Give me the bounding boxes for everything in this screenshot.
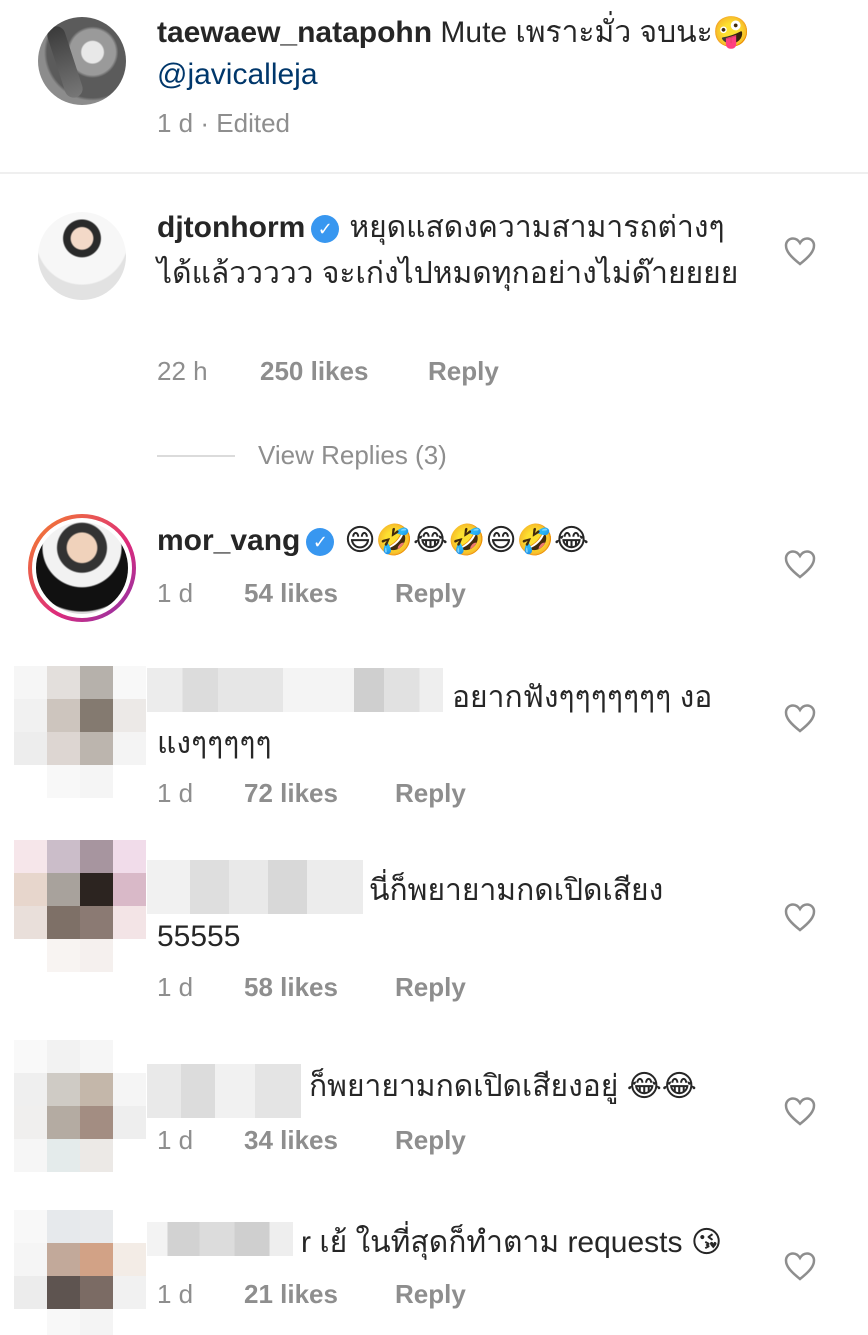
comment-meta: 1 d 72 likes Reply [157, 778, 466, 809]
heart-outline-icon[interactable] [784, 703, 816, 733]
comment-time: 1 d [157, 1279, 194, 1309]
comment-meta: 1 d 54 likes Reply [157, 578, 466, 609]
blurred-avatar[interactable] [14, 1040, 146, 1172]
comment-text: ก็พยายามกดเปิดเสียงอยู่ 😂😂 [309, 1070, 697, 1103]
reply-button[interactable]: Reply [395, 578, 466, 609]
view-replies-line [157, 455, 235, 457]
comment-text: 😄🤣😂🤣😄🤣😂 [344, 524, 590, 557]
reply-button[interactable]: Reply [395, 1125, 466, 1156]
comment-likes[interactable]: 21 likes [244, 1279, 395, 1310]
blurred-avatar[interactable] [14, 840, 146, 972]
comment-text: นี่ก็พยายามกดเปิดเสียง 55555 [157, 874, 664, 953]
reply-button[interactable]: Reply [395, 1279, 466, 1310]
comment-username[interactable]: djtonhorm [157, 211, 305, 244]
heart-outline-icon[interactable] [784, 1251, 816, 1281]
caption-username[interactable]: taewaew_natapohn [157, 16, 432, 49]
comment-text-block: djtonhorm ✓ หยุดแสดงความสามารถต่างๆได้แล้ว… [157, 205, 747, 297]
post-caption: taewaew_natapohn Mute เพราะมั่ว จบนะ🤪 @j… [0, 0, 868, 172]
comment-likes[interactable]: 58 likes [244, 972, 395, 1003]
comment-username[interactable]: mor_vang [157, 524, 300, 557]
verified-badge-icon: ✓ [306, 528, 335, 556]
comment-text-block: mor_vang ✓ 😄🤣😂🤣😄🤣😂 [157, 518, 757, 564]
comment-likes[interactable]: 34 likes [244, 1125, 395, 1156]
comment-time: 22 h [157, 356, 208, 386]
comment-time: 1 d [157, 972, 194, 1002]
caption-time: 1 d [157, 108, 194, 138]
comment-time: 1 d [157, 578, 194, 608]
comment-avatar[interactable] [38, 212, 126, 300]
comment-text: r เย้ ในที่สุดก็ทำตาม requests 😘 [301, 1226, 723, 1259]
comment-time: 1 d [157, 1125, 194, 1155]
comment-likes[interactable]: 72 likes [244, 778, 395, 809]
comment-meta: 1 d 21 likes Reply [157, 1279, 466, 1310]
caption-meta: 1 d · Edited [157, 108, 290, 139]
caption-mention[interactable]: @javicalleja [157, 58, 318, 91]
reply-button[interactable]: Reply [395, 972, 466, 1003]
blurred-avatar[interactable] [14, 666, 146, 798]
caption-text-block: taewaew_natapohn Mute เพราะมั่ว จบนะ🤪 @j… [157, 12, 837, 96]
comment-text: อยากฟังๆๆๆๆๆๆๆ งอแงๆๆๆๆๆ [157, 681, 713, 760]
comment-likes[interactable]: 54 likes [244, 578, 395, 609]
heart-outline-icon[interactable] [784, 236, 816, 266]
comment-time: 1 d [157, 778, 194, 808]
caption-author-avatar[interactable] [38, 17, 126, 105]
comment-meta: 1 d 34 likes Reply [157, 1125, 466, 1156]
heart-outline-icon[interactable] [784, 902, 816, 932]
comment-meta: 1 d 58 likes Reply [157, 972, 466, 1003]
heart-outline-icon[interactable] [784, 1096, 816, 1126]
reply-button[interactable]: Reply [428, 356, 499, 387]
view-replies-label: View Replies (3) [258, 440, 447, 470]
verified-badge-icon: ✓ [311, 215, 340, 243]
reply-button[interactable]: Reply [395, 778, 466, 809]
comment-likes[interactable]: 250 likes [260, 356, 428, 387]
comment-meta: 22 h 250 likes Reply [157, 356, 499, 387]
comment-avatar[interactable] [28, 514, 136, 622]
heart-outline-icon[interactable] [784, 549, 816, 579]
caption-edited-label: · Edited [193, 108, 290, 138]
caption-text: Mute เพราะมั่ว จบนะ🤪 [432, 16, 751, 49]
caption-divider [0, 172, 868, 174]
blurred-avatar[interactable] [14, 1210, 146, 1335]
